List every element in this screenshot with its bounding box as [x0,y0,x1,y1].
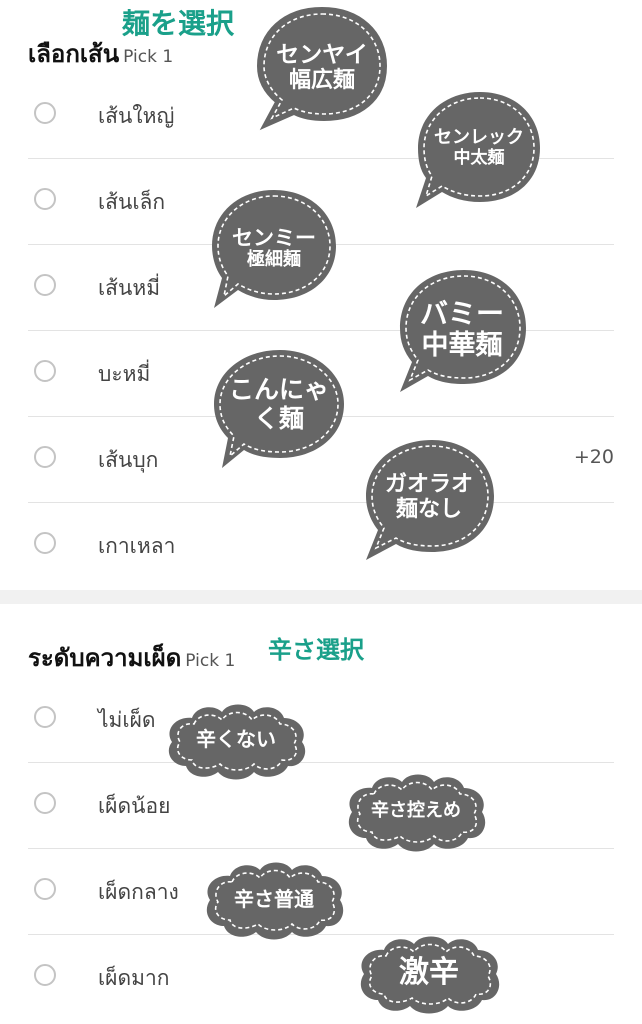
speech-bubble-bamee: バミー 中華麺 [394,266,530,396]
noodle-pick-label: Pick 1 [123,47,174,67]
speech-bubble-konnyaku: こんにゃ く麺 [210,346,348,472]
bubble-line2: 幅広麺 [288,68,355,94]
bubble-line2: 麺なし [395,497,462,523]
radio-button[interactable] [34,964,56,986]
noodle-option-5[interactable]: เกาเหลา [28,502,614,588]
bubble-line1: こんにゃ [228,375,329,404]
option-label: เส้นบุก [98,448,159,472]
speech-bubble-kaolao: ガオラオ 麺なし [360,436,498,564]
option-label: เส้นเล็ก [98,190,166,214]
spice-title-text: ระดับความเผ็ด [28,644,182,672]
bubble-line1: 辛くない [196,727,276,751]
radio-button[interactable] [34,102,56,124]
radio-button[interactable] [34,446,56,468]
noodle-section-title: เลือกเส้น Pick 1 [28,34,173,73]
bubble-text: 激辛 [354,955,504,991]
radio-button[interactable] [34,878,56,900]
speech-bubble-senmee: センミー 極細麺 [208,186,340,312]
option-label: เส้นหมี่ [98,276,161,300]
bubble-line1: ガオラオ [384,472,473,497]
option-price: +20 [573,446,614,468]
bubble-line2: 中太麺 [453,147,505,168]
bubble-line1: 激辛 [399,955,459,990]
option-label: เส้นใหญ่ [98,104,175,128]
bubble-line1: センレック [434,127,524,148]
bubble-line2: く麺 [253,403,304,433]
option-label: เผ็ดกลาง [98,880,179,904]
option-label: ไม่เผ็ด [98,708,156,732]
spice-section-title: ระดับความเผ็ด Pick 1 [28,638,235,677]
speech-bubble-less-spicy: 辛さ控えめ [342,768,490,858]
radio-button[interactable] [34,532,56,554]
speech-bubble-senyai: センヤイ 幅広麺 [252,4,392,134]
noodle-title-text: เลือกเส้น [28,40,120,68]
spice-option-3[interactable]: เผ็ดมาก [28,934,614,1020]
radio-button[interactable] [34,188,56,210]
bubble-text: 辛さ控えめ [342,800,490,822]
bubble-line2: 中華麺 [421,330,503,362]
spice-annotation: 辛さ選択 [268,636,364,664]
option-label: บะหมี่ [98,362,151,386]
radio-button[interactable] [34,360,56,382]
spice-pick-label: Pick 1 [185,651,236,671]
bubble-line2: 極細麺 [247,249,301,271]
bubble-text: バミー 中華麺 [394,297,530,362]
bubble-text: ガオラオ 麺なし [360,472,498,523]
bubble-text: こんにゃ く麺 [210,375,348,434]
speech-bubble-very-spicy: 激辛 [354,930,504,1022]
speech-bubble-senlek: センレック 中太麺 [412,88,546,214]
radio-button[interactable] [34,792,56,814]
bubble-line1: センミー [232,226,316,250]
bubble-text: 辛さ普通 [200,888,348,911]
bubble-line1: 辛さ控えめ [371,800,461,821]
bubble-line1: バミー [419,297,504,330]
bubble-text: センミー 極細麺 [208,226,340,271]
spice-option-0[interactable]: ไม่เผ็ด [28,676,614,763]
spice-section: 辛さ選択 ระดับความเผ็ด Pick 1 ไม่เผ็ด เผ็ดน้อ… [0,604,642,1024]
speech-bubble-mild: 辛くない [162,700,310,784]
section-divider [0,590,642,604]
option-label: เผ็ดน้อย [98,794,171,818]
bubble-text: センヤイ 幅広麺 [252,42,392,94]
bubble-text: センレック 中太麺 [412,127,546,168]
option-label: เกาเหลา [98,534,176,558]
bubble-text: 辛くない [162,728,310,751]
radio-button[interactable] [34,274,56,296]
bubble-line1: センヤイ [276,42,368,68]
spice-option-1[interactable]: เผ็ดน้อย [28,762,614,849]
speech-bubble-medium: 辛さ普通 [200,858,348,946]
radio-button[interactable] [34,706,56,728]
option-label: เผ็ดมาก [98,966,170,990]
bubble-line1: 辛さ普通 [234,887,314,911]
